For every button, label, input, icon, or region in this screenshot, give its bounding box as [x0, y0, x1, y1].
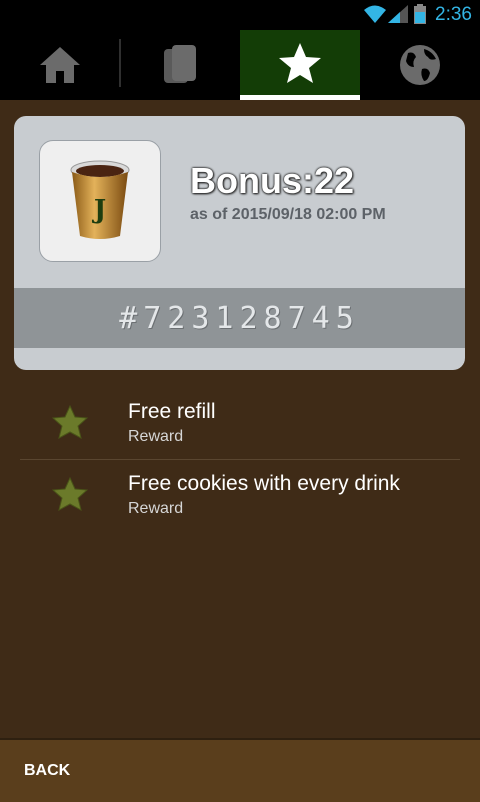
svg-text:J: J	[92, 195, 106, 225]
bottom-bar: BACK	[0, 738, 480, 802]
reward-star-icon	[52, 405, 88, 439]
signal-icon	[388, 5, 408, 23]
home-icon	[40, 47, 80, 83]
loyalty-card: J Bonus:22 as of 2015/09/18 02:00 PM #72…	[14, 116, 465, 370]
coffee-cup-icon: J	[70, 160, 130, 239]
battery-icon	[414, 4, 426, 24]
bonus-points: Bonus:22	[190, 160, 355, 201]
reward-star-icon	[52, 477, 88, 511]
tab-bar	[0, 30, 480, 100]
star-icon	[279, 42, 321, 83]
clock: 2:36	[435, 4, 472, 25]
wifi-icon	[364, 5, 386, 23]
reward-subtitle: Reward	[128, 428, 184, 445]
bonus-timestamp: as of 2015/09/18 02:00 PM	[190, 206, 386, 223]
globe-icon	[400, 45, 440, 85]
tab-home[interactable]	[0, 30, 120, 100]
tab-cards[interactable]	[120, 30, 240, 100]
cards-icon	[164, 45, 196, 83]
card-number-bar: #723128745	[14, 288, 465, 348]
tab-rewards[interactable]	[240, 30, 360, 100]
rewards-list: Free refill Reward Free cookies with eve…	[20, 388, 460, 531]
list-item[interactable]: Free cookies with every drink Reward	[20, 459, 460, 531]
coffee-cup-logo: J	[39, 140, 161, 262]
reward-subtitle: Reward	[128, 500, 184, 517]
back-button[interactable]: BACK	[24, 762, 70, 780]
reward-title: Free refill	[128, 400, 216, 423]
tab-globe[interactable]	[360, 30, 480, 100]
status-bar: 2:36	[0, 0, 480, 30]
list-item[interactable]: Free refill Reward	[20, 388, 460, 459]
card-number: #723128745	[119, 300, 360, 336]
reward-title: Free cookies with every drink	[128, 472, 400, 495]
